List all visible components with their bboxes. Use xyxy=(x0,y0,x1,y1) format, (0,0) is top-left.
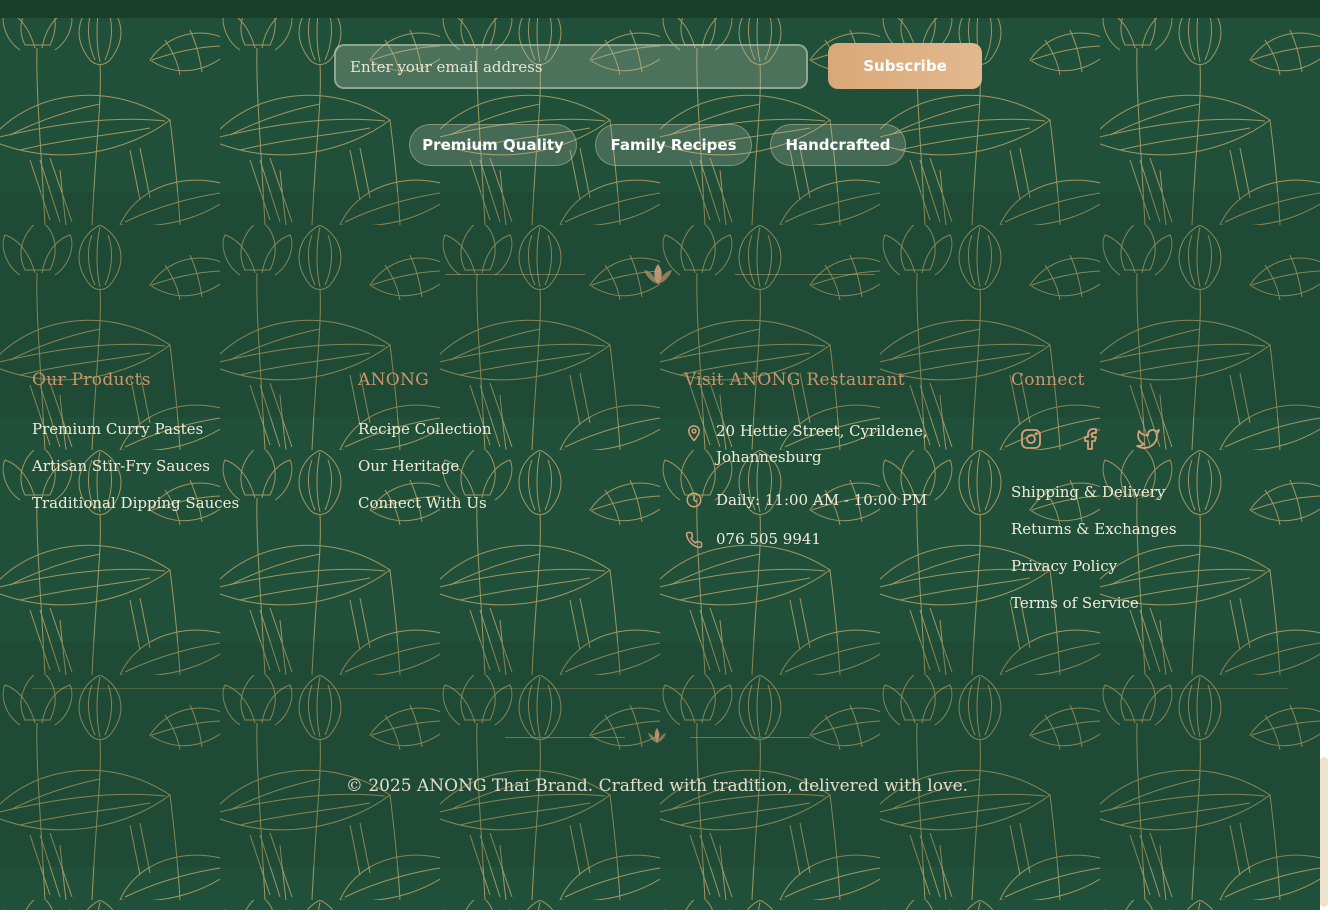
ornament-line-left xyxy=(505,737,625,738)
footer-page: Subscribe Premium Quality Family Recipes… xyxy=(0,0,1320,910)
instagram-icon[interactable] xyxy=(1019,427,1043,451)
link-recipe-collection[interactable]: Recipe Collection xyxy=(358,420,492,438)
phone-icon xyxy=(685,531,703,549)
lotus-ornament-small-icon xyxy=(648,728,666,743)
connect-heading: Connect xyxy=(1011,370,1085,390)
map-pin-icon xyxy=(688,425,700,442)
copyright-text: © 2025 ANONG Thai Brand. Crafted with tr… xyxy=(345,776,969,796)
ornament-line-right xyxy=(690,737,810,738)
link-traditional-dipping-sauces[interactable]: Traditional Dipping Sauces xyxy=(32,494,239,512)
products-heading: Our Products xyxy=(32,370,151,390)
twitter-icon[interactable] xyxy=(1136,427,1160,451)
link-shipping-delivery[interactable]: Shipping & Delivery xyxy=(1011,483,1165,501)
link-connect-with-us[interactable]: Connect With Us xyxy=(358,494,487,512)
link-our-heritage[interactable]: Our Heritage xyxy=(358,457,459,475)
restaurant-heading: Visit ANONG Restaurant xyxy=(684,370,905,390)
band-strip xyxy=(0,192,1320,417)
top-bar xyxy=(0,0,1320,18)
ornament-line-left xyxy=(445,274,585,275)
badge-premium-quality: Premium Quality xyxy=(409,124,577,166)
brand-heading: ANONG xyxy=(358,370,430,390)
link-artisan-stir-fry-sauces[interactable]: Artisan Stir-Fry Sauces xyxy=(32,457,210,475)
ornament-line-right xyxy=(735,274,875,275)
band-strip xyxy=(0,642,1320,867)
scrollbar-thumb[interactable] xyxy=(1320,757,1328,907)
link-premium-curry-pastes[interactable]: Premium Curry Pastes xyxy=(32,420,203,438)
email-input[interactable] xyxy=(334,44,808,89)
link-privacy-policy[interactable]: Privacy Policy xyxy=(1011,557,1117,575)
link-terms-of-service[interactable]: Terms of Service xyxy=(1011,594,1139,612)
subscribe-button[interactable]: Subscribe xyxy=(828,43,982,89)
hours-text: Daily: 11:00 AM - 10:00 PM xyxy=(716,491,928,509)
badge-family-recipes: Family Recipes xyxy=(595,124,752,166)
footer-divider xyxy=(32,688,1288,689)
facebook-icon[interactable] xyxy=(1078,427,1102,451)
badge-handcrafted: Handcrafted xyxy=(770,124,906,166)
clock-icon xyxy=(686,492,702,508)
phone-link[interactable]: 076 505 9941 xyxy=(716,530,821,548)
address-line-2: Johannesburg xyxy=(716,448,822,466)
address-line-1: 20 Hettie Street, Cyrildene, xyxy=(716,422,928,440)
lotus-ornament-icon xyxy=(644,264,672,284)
link-returns-exchanges[interactable]: Returns & Exchanges xyxy=(1011,520,1177,538)
address-text: 20 Hettie Street, Cyrildene, Johannesbur… xyxy=(716,418,928,470)
